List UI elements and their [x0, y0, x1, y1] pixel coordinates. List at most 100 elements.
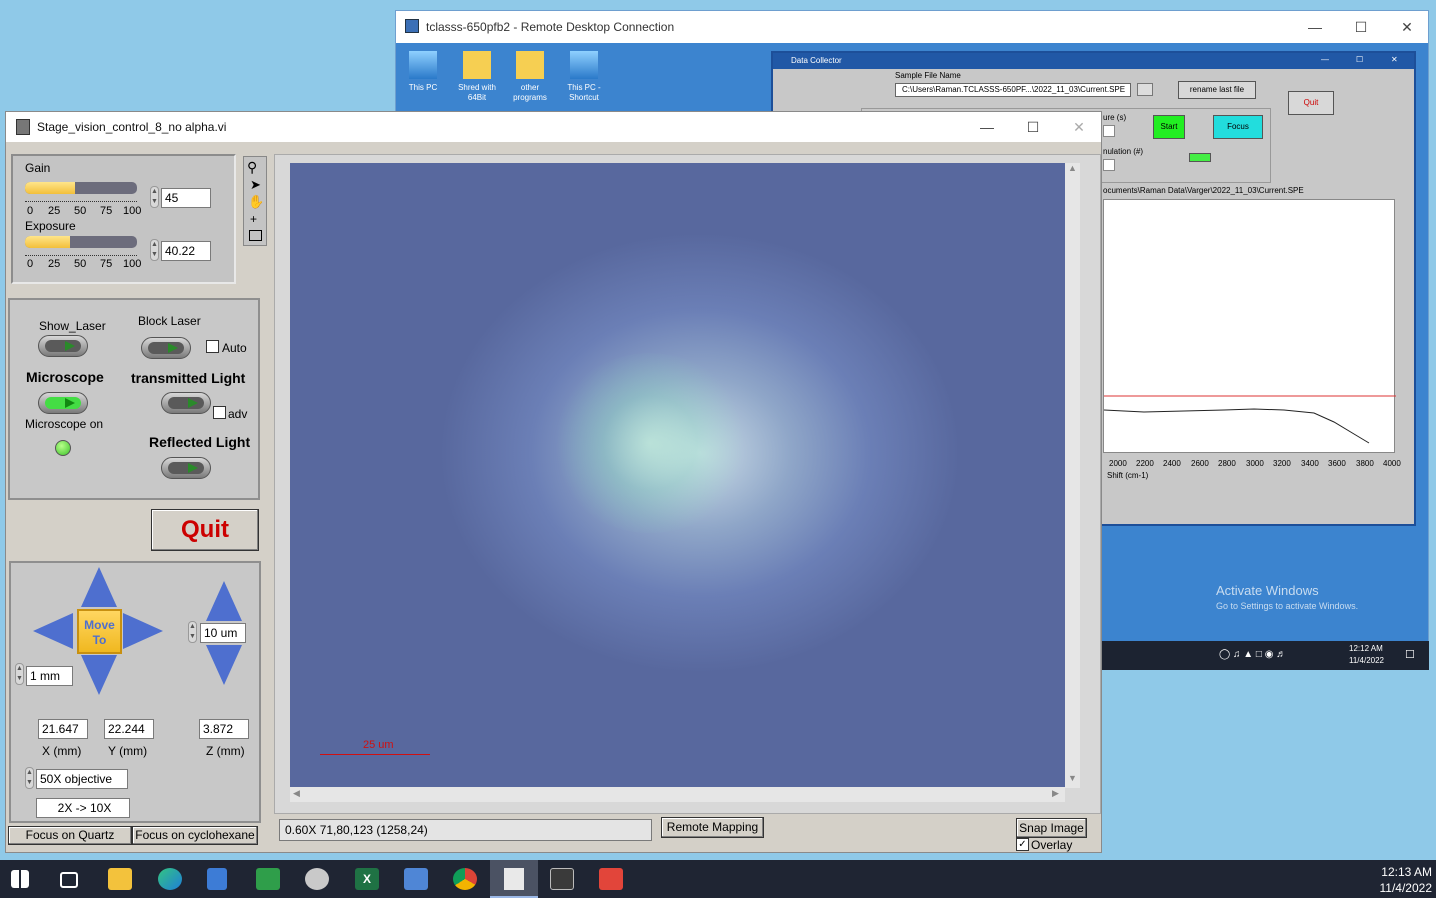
system-clock[interactable]: 12:13 AM 11/4/2022	[1380, 864, 1433, 896]
notification-icon[interactable]: ☐	[1405, 648, 1415, 661]
edge-icon[interactable]	[158, 868, 182, 890]
rdp-close-button[interactable]: ✕	[1384, 11, 1430, 43]
microscope-on-label: Microscope on	[25, 417, 104, 431]
desktop-icon-shred[interactable]: Shred with 64Bit	[450, 51, 504, 103]
laser-spot	[550, 353, 750, 533]
adv-checkbox[interactable]	[213, 406, 226, 419]
gain-tick-50: 50	[74, 205, 87, 217]
block-laser-toggle[interactable]	[141, 337, 191, 359]
scroll-up-arrow-icon[interactable]: ▲	[1068, 163, 1077, 173]
exposure-tick-75: 75	[100, 258, 113, 270]
start-icon[interactable]	[11, 870, 29, 888]
app-icon-plot[interactable]	[550, 868, 574, 890]
lv-title-bar[interactable]: Stage_vision_control_8_no alpha.vi — ☐ ✕	[6, 112, 1101, 142]
scroll-down-arrow-icon[interactable]: ▼	[1068, 773, 1077, 783]
lv-minimize-button[interactable]: —	[964, 112, 1010, 142]
x-position-field[interactable]: 21.647	[38, 719, 88, 739]
excel-icon[interactable]: X	[355, 868, 379, 890]
pan-tool-icon[interactable]: ✋	[248, 194, 264, 210]
gain-value-field[interactable]: 45	[161, 188, 211, 208]
xy-step-spinner[interactable]: ▲ ▼	[15, 663, 24, 685]
chrome-icon[interactable]	[453, 868, 477, 890]
focus-on-quartz-button[interactable]: Focus on Quartz	[8, 826, 132, 845]
objective-selector[interactable]: 50X objective	[36, 769, 128, 789]
remote-desktop-icon[interactable]	[404, 868, 428, 890]
pointer-tool-icon[interactable]: ➤	[250, 177, 261, 193]
move-to-button[interactable]: Move To	[77, 609, 122, 654]
data-collector-title-bar[interactable]: Data Collector — ☐ ✕	[773, 53, 1414, 69]
z-step-field[interactable]: 10 um	[200, 623, 246, 643]
app-icon-disk[interactable]	[305, 868, 329, 890]
labview-taskbar-button[interactable]	[490, 860, 538, 898]
y-up-arrow-button[interactable]	[81, 567, 117, 607]
crosshair-tool-icon[interactable]: +	[250, 212, 257, 226]
quit-button[interactable]: Quit	[151, 509, 259, 551]
spectrum-plot	[1103, 199, 1396, 453]
folder-browse-icon[interactable]	[1137, 83, 1153, 96]
x-right-arrow-button[interactable]	[123, 613, 163, 649]
app-icon-red[interactable]	[599, 868, 623, 890]
desktop-icon-other-programs[interactable]: other programs	[503, 51, 557, 103]
zoom-tool-icon[interactable]: ⚲	[247, 159, 257, 176]
y-position-field[interactable]: 22.244	[104, 719, 154, 739]
vertical-scrollbar[interactable]: ▲ ▼	[1065, 163, 1080, 788]
lv-maximize-button[interactable]: ☐	[1010, 112, 1056, 142]
camera-image[interactable]: 25 um	[290, 163, 1080, 788]
rectangle-tool-icon[interactable]	[249, 230, 262, 241]
objective-spinner[interactable]: ▲ ▼	[25, 767, 34, 789]
microscope-toggle[interactable]	[38, 392, 88, 414]
sample-file-field[interactable]: C:\Users\Raman.TCLASSS-650PF...\2022_11_…	[895, 83, 1131, 97]
overlay-checkbox[interactable]: ✓	[1016, 838, 1029, 851]
file-explorer-icon[interactable]	[108, 868, 132, 890]
lv-close-button[interactable]: ✕	[1056, 112, 1102, 142]
auto-checkbox[interactable]	[206, 340, 219, 353]
activate-windows-subtitle: Go to Settings to activate Windows.	[1216, 601, 1359, 611]
horizontal-scrollbar[interactable]: ◀ ▶	[290, 787, 1065, 802]
show-laser-toggle[interactable]	[38, 335, 88, 357]
app-icon-green[interactable]	[256, 868, 280, 890]
desktop-icon-this-pc-shortcut[interactable]: This PC - Shortcut	[557, 51, 611, 103]
z-up-arrow-button[interactable]	[206, 581, 242, 621]
focus-button[interactable]: Focus	[1213, 115, 1263, 139]
gain-spinner[interactable]: ▲ ▼	[150, 186, 159, 208]
z-position-field[interactable]: 3.872	[199, 719, 249, 739]
desktop-icon-this-pc[interactable]: This PC	[396, 51, 450, 93]
exposure-slider[interactable]	[25, 236, 137, 248]
gain-slider-fill	[25, 182, 76, 194]
x-left-arrow-button[interactable]	[33, 613, 73, 649]
dc-minimize-button[interactable]: —	[1321, 55, 1329, 64]
gain-slider[interactable]	[25, 182, 137, 194]
transmitted-light-toggle[interactable]	[161, 392, 211, 414]
y-down-arrow-button[interactable]	[81, 655, 117, 695]
scroll-right-arrow-icon[interactable]: ▶	[1052, 788, 1059, 799]
calculator-icon[interactable]	[207, 868, 227, 890]
task-view-icon[interactable]	[60, 872, 78, 888]
reflected-light-toggle[interactable]	[161, 457, 211, 479]
start-button[interactable]: Start	[1153, 115, 1185, 139]
labview-window[interactable]: Stage_vision_control_8_no alpha.vi — ☐ ✕…	[5, 111, 1102, 853]
status-led	[1189, 153, 1211, 162]
snap-image-button[interactable]: Snap Image	[1016, 818, 1087, 838]
accumulation-field[interactable]	[1103, 159, 1115, 171]
exposure-value-field[interactable]: 40.22	[161, 241, 211, 261]
exposure-field[interactable]	[1103, 125, 1115, 137]
exposure-spinner[interactable]: ▲ ▼	[150, 239, 159, 261]
scroll-left-arrow-icon[interactable]: ◀	[293, 788, 300, 799]
z-step-spinner[interactable]: ▲ ▼	[188, 621, 197, 643]
rdp-maximize-button[interactable]: ☐	[1338, 11, 1384, 43]
rdp-minimize-button[interactable]: —	[1292, 11, 1338, 43]
transmitted-light-label: transmitted Light	[131, 370, 246, 386]
dc-close-button[interactable]: ✕	[1391, 55, 1398, 64]
z-position-label: Z (mm)	[206, 744, 245, 758]
dc-maximize-button[interactable]: ☐	[1356, 55, 1363, 64]
remote-mapping-button[interactable]: Remote Mapping	[661, 817, 764, 838]
folder-icon	[463, 51, 491, 79]
scale-bar-label: 25 um	[363, 739, 394, 751]
dc-quit-button[interactable]: Quit	[1288, 91, 1334, 115]
rdp-title-bar[interactable]: tclasss-650pfb2 - Remote Desktop Connect…	[396, 11, 1428, 43]
focus-on-cyclohexane-button[interactable]: Focus on cyclohexane	[132, 826, 258, 845]
rename-last-file-button[interactable]: rename last file	[1178, 81, 1256, 99]
x-tick-1: 2200	[1136, 459, 1154, 468]
xy-step-field[interactable]: 1 mm	[26, 666, 73, 686]
z-down-arrow-button[interactable]	[206, 645, 242, 685]
